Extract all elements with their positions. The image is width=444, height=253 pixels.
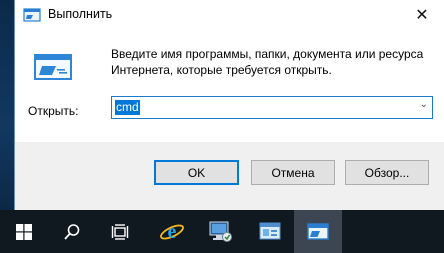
task-view-button[interactable] bbox=[96, 210, 144, 253]
run-dialog: Выполнить ✕ Введите имя программы, папки… bbox=[14, 0, 444, 210]
ok-button[interactable]: OK bbox=[154, 160, 239, 185]
browse-button[interactable]: Обзор... bbox=[345, 160, 429, 185]
start-button[interactable] bbox=[0, 210, 48, 253]
title-bar: Выполнить ✕ bbox=[15, 0, 444, 30]
task-view-icon bbox=[111, 223, 129, 240]
run-taskbar-button[interactable] bbox=[294, 210, 342, 253]
server-manager-button[interactable] bbox=[196, 210, 244, 253]
open-combobox[interactable]: cmd ⌄ bbox=[111, 96, 433, 119]
dialog-title: Выполнить bbox=[48, 7, 113, 21]
button-bar: OK Отмена Обзор... bbox=[15, 142, 444, 210]
server-manager-icon bbox=[209, 221, 232, 242]
description-text: Введите имя программы, папки, документа … bbox=[111, 47, 424, 77]
control-panel-icon bbox=[259, 222, 281, 239]
search-icon bbox=[64, 223, 80, 240]
run-program-icon bbox=[34, 54, 72, 80]
internet-explorer-button[interactable]: e bbox=[148, 210, 196, 253]
internet-explorer-icon: e bbox=[160, 221, 184, 243]
desktop-background bbox=[0, 0, 14, 210]
run-icon bbox=[23, 8, 41, 22]
cancel-button[interactable]: Отмена bbox=[251, 160, 335, 185]
open-input[interactable]: cmd bbox=[115, 100, 140, 115]
close-button[interactable]: ✕ bbox=[399, 0, 444, 30]
search-button[interactable] bbox=[48, 210, 96, 253]
control-panel-button[interactable] bbox=[246, 210, 294, 253]
close-icon: ✕ bbox=[415, 7, 429, 24]
windows-logo-icon bbox=[16, 223, 32, 240]
chevron-down-icon[interactable]: ⌄ bbox=[420, 99, 428, 110]
run-icon bbox=[307, 222, 329, 240]
open-label: Открыть: bbox=[28, 104, 79, 118]
taskbar: e bbox=[0, 210, 444, 253]
svg-text:e: e bbox=[168, 221, 177, 243]
